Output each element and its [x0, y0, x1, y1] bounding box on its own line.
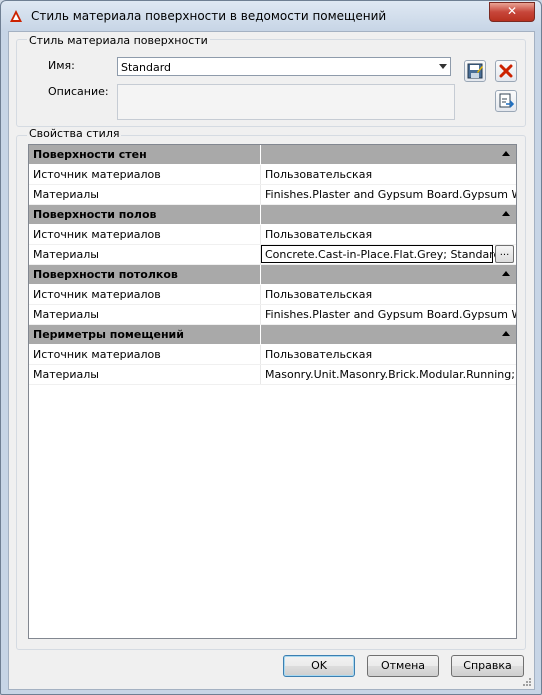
- property-value-cell[interactable]: Пользовательская: [261, 345, 516, 364]
- surface-material-style-group-label: Стиль материала поверхности: [27, 34, 210, 47]
- collapse-up-icon[interactable]: [502, 271, 510, 276]
- property-name: Источник материалов: [33, 168, 161, 181]
- property-value: Finishes.Plaster and Gypsum Board.Gypsum…: [265, 308, 516, 321]
- collapse-up-icon[interactable]: [502, 331, 510, 336]
- property-name-cell: Материалы: [29, 305, 261, 324]
- section-header-spacer: [261, 325, 516, 344]
- property-name: Материалы: [33, 308, 99, 321]
- autocad-app-icon: [10, 10, 22, 22]
- property-name: Материалы: [33, 188, 99, 201]
- section-label: Поверхности потолков: [33, 268, 178, 281]
- property-value-cell[interactable]: Masonry.Unit.Masonry.Brick.Modular.Runni…: [261, 365, 516, 384]
- property-name: Источник материалов: [33, 228, 161, 241]
- chevron-down-icon: [439, 64, 447, 69]
- section-header-spacer: [261, 205, 516, 224]
- table-row-editing[interactable]: Материалы Concrete.Cast-in-Place.Flat.Gr…: [29, 245, 516, 265]
- table-row[interactable]: Источник материалов Пользовательская: [29, 285, 516, 305]
- material-edit-field[interactable]: Concrete.Cast-in-Place.Flat.Grey; Standa…: [261, 245, 501, 263]
- property-name: Материалы: [33, 368, 99, 381]
- property-name-cell: Источник материалов: [29, 165, 261, 184]
- import-style-icon: [499, 93, 514, 108]
- dialog-client-area: Стиль материала поверхности Имя: Standar…: [8, 31, 535, 690]
- save-style-button[interactable]: [464, 60, 486, 82]
- table-row[interactable]: Источник материалов Пользовательская: [29, 165, 516, 185]
- collapse-up-icon[interactable]: [502, 151, 510, 156]
- section-header-cell: Периметры помещений: [29, 325, 261, 344]
- import-style-button[interactable]: [495, 90, 517, 112]
- section-header-cell: Поверхности стен: [29, 145, 261, 164]
- section-wall-surfaces[interactable]: Поверхности стен: [29, 145, 516, 165]
- section-label: Периметры помещений: [33, 328, 184, 341]
- help-button[interactable]: Справка: [451, 655, 524, 677]
- property-name-cell: Источник материалов: [29, 285, 261, 304]
- section-room-perimeters[interactable]: Периметры помещений: [29, 325, 516, 345]
- collapse-up-icon[interactable]: [502, 211, 510, 216]
- property-name-cell: Материалы: [29, 185, 261, 204]
- properties-grid[interactable]: Поверхности стен Источник материалов Пол…: [28, 144, 517, 639]
- property-name-cell: Материалы: [29, 365, 261, 384]
- style-name-value: Standard: [121, 61, 172, 74]
- property-value-cell[interactable]: Пользовательская: [261, 225, 516, 244]
- delete-style-icon: [499, 64, 513, 78]
- section-header-spacer: [261, 265, 516, 284]
- property-value: Пользовательская: [265, 288, 373, 301]
- table-row[interactable]: Материалы Masonry.Unit.Masonry.Brick.Mod…: [29, 365, 516, 385]
- section-header-cell: Поверхности полов: [29, 205, 261, 224]
- property-value-cell[interactable]: Finishes.Plaster and Gypsum Board.Gypsum…: [261, 305, 516, 324]
- property-name: Материалы: [33, 248, 99, 261]
- section-ceiling-surfaces[interactable]: Поверхности потолков: [29, 265, 516, 285]
- property-name-cell: Источник материалов: [29, 345, 261, 364]
- table-row[interactable]: Источник материалов Пользовательская: [29, 225, 516, 245]
- window-title: Стиль материала поверхности в ведомости …: [31, 9, 387, 23]
- style-name-dropdown[interactable]: Standard: [117, 57, 451, 76]
- property-name: Источник материалов: [33, 348, 161, 361]
- property-name-cell: Источник материалов: [29, 225, 261, 244]
- property-value-cell[interactable]: Finishes.Plaster and Gypsum Board.Gypsum…: [261, 185, 516, 204]
- style-properties-group-label: Свойства стиля: [27, 127, 122, 140]
- property-value-cell[interactable]: Пользовательская: [261, 165, 516, 184]
- resize-grip-icon[interactable]: [522, 677, 532, 687]
- browse-materials-button[interactable]: ...: [495, 245, 514, 263]
- table-row[interactable]: Источник материалов Пользовательская: [29, 345, 516, 365]
- property-value: Finishes.Plaster and Gypsum Board.Gypsum…: [265, 188, 516, 201]
- section-header-cell: Поверхности потолков: [29, 265, 261, 284]
- section-header-spacer: [261, 145, 516, 164]
- name-label: Имя:: [48, 59, 75, 72]
- property-value-cell[interactable]: Пользовательская: [261, 285, 516, 304]
- property-value: Пользовательская: [265, 348, 373, 361]
- title-bar[interactable]: Стиль материала поверхности в ведомости …: [1, 1, 541, 31]
- cancel-button[interactable]: Отмена: [367, 655, 439, 677]
- window-close-button[interactable]: ✕: [489, 2, 535, 22]
- property-value: Пользовательская: [265, 168, 373, 181]
- section-floor-surfaces[interactable]: Поверхности полов: [29, 205, 516, 225]
- property-value: Masonry.Unit.Masonry.Brick.Modular.Runni…: [265, 368, 515, 381]
- description-label: Описание:: [48, 85, 109, 98]
- section-label: Поверхности полов: [33, 208, 157, 221]
- property-name-cell: Материалы: [29, 245, 261, 264]
- property-name: Источник материалов: [33, 288, 161, 301]
- description-field[interactable]: [117, 84, 455, 120]
- ok-button[interactable]: OK: [283, 655, 355, 677]
- table-row[interactable]: Материалы Finishes.Plaster and Gypsum Bo…: [29, 305, 516, 325]
- dialog-window: Стиль материала поверхности в ведомости …: [0, 0, 542, 695]
- delete-style-button[interactable]: [495, 60, 517, 82]
- table-row[interactable]: Материалы Finishes.Plaster and Gypsum Bo…: [29, 185, 516, 205]
- save-style-icon: [467, 63, 483, 79]
- material-edit-value: Concrete.Cast-in-Place.Flat.Grey; Standa…: [265, 248, 501, 261]
- section-label: Поверхности стен: [33, 148, 147, 161]
- property-value: Пользовательская: [265, 228, 373, 241]
